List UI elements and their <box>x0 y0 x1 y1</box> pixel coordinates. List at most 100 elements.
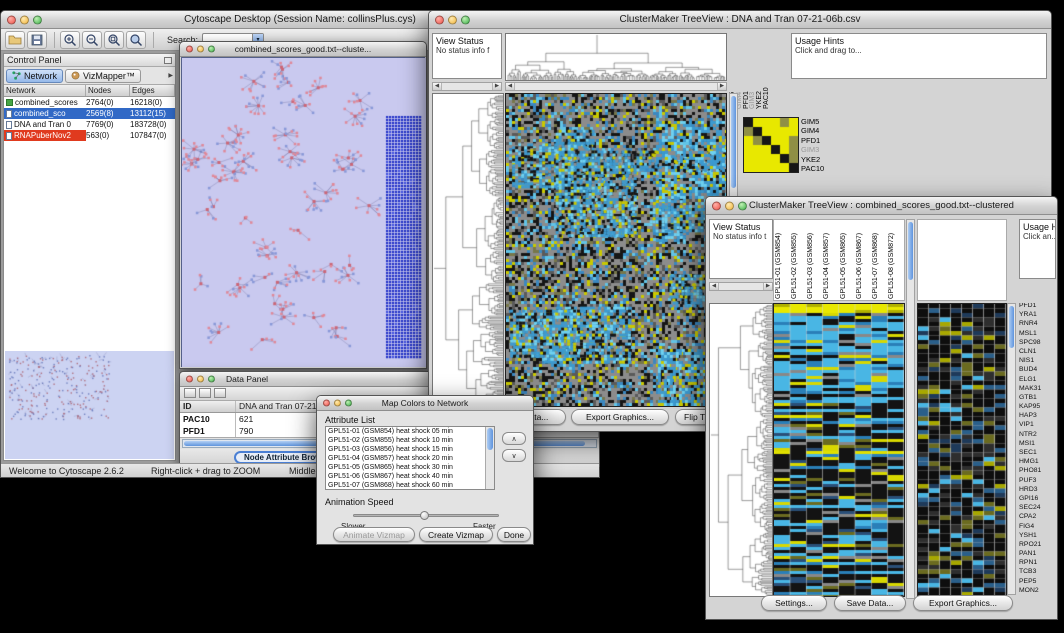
gene-label[interactable]: TCB3 <box>1019 569 1057 576</box>
gene-label[interactable]: KAP95 <box>1019 404 1057 411</box>
dialog-titlebar[interactable]: Map Colors to Network <box>317 396 533 411</box>
gene-label[interactable]: GPI16 <box>1019 496 1057 503</box>
gene-label[interactable]: SEC24 <box>1019 505 1057 512</box>
gene-label[interactable]: SPC98 <box>1019 340 1057 347</box>
gene-label[interactable]: PUF3 <box>1019 478 1057 485</box>
scroll-right-icon[interactable]: ▶ <box>717 83 726 90</box>
zoom-out-button[interactable] <box>82 31 102 49</box>
close-button[interactable] <box>186 46 193 53</box>
col-nodes[interactable]: Nodes <box>86 85 130 96</box>
minimize-button[interactable] <box>20 15 29 24</box>
secondary-vscrollbar[interactable] <box>1007 303 1016 595</box>
gene-label[interactable]: MON2 <box>1019 588 1057 595</box>
attribute-select-icon[interactable] <box>184 388 196 398</box>
gene-label[interactable]: HAP3 <box>1019 413 1057 420</box>
col-edges[interactable]: Edges <box>130 85 175 96</box>
zoom-button[interactable] <box>345 400 352 407</box>
scroll-right-icon[interactable]: ▶ <box>492 83 501 90</box>
attribute-item[interactable]: GPL51-03 (GSM856) heat shock 15 min <box>326 445 494 454</box>
dendrogram-hscrollbar[interactable]: ◀ ▶ <box>709 282 773 291</box>
row-dendrogram[interactable] <box>432 93 504 407</box>
attribute-create-icon[interactable] <box>199 388 211 398</box>
network-view-titlebar[interactable]: combined_scores_good.txt--cluste... <box>180 42 426 57</box>
gene-label[interactable]: CLN1 <box>1019 349 1057 356</box>
gene-label[interactable]: MSL1 <box>1019 331 1057 338</box>
scroll-thumb[interactable] <box>731 96 736 188</box>
open-session-button[interactable] <box>5 31 25 49</box>
network-overview[interactable] <box>5 351 174 459</box>
gene-label[interactable]: PFD1 <box>1019 303 1057 310</box>
id-column-header[interactable]: ID <box>180 401 236 412</box>
export-graphics-button[interactable]: Export Graphics... <box>913 595 1013 611</box>
close-button[interactable] <box>7 15 16 24</box>
scroll-left-icon[interactable]: ◀ <box>710 283 719 290</box>
expression-heatmap[interactable] <box>505 93 727 407</box>
gene-label[interactable]: NIS1 <box>1019 358 1057 365</box>
zoom-in-button[interactable] <box>60 31 80 49</box>
create-vizmap-button[interactable]: Create Vizmap <box>419 527 493 542</box>
heatmap-vscrollbar[interactable] <box>906 219 915 599</box>
scroll-left-icon[interactable]: ◀ <box>506 83 515 90</box>
gene-label[interactable]: SEC1 <box>1019 450 1057 457</box>
scroll-thumb[interactable] <box>487 428 493 450</box>
gene-label[interactable]: RNR4 <box>1019 321 1057 328</box>
network-row[interactable]: RNAPuberNov2 563(0) 107847(0) <box>4 130 175 141</box>
close-button[interactable] <box>435 15 444 24</box>
scroll-thumb[interactable] <box>1009 306 1014 348</box>
mini-correlation-heatmap[interactable] <box>743 117 799 173</box>
attribute-list[interactable]: GPL51-01 (GSM854) heat shock 05 minGPL51… <box>325 426 495 490</box>
close-button[interactable] <box>323 400 330 407</box>
zoom-button[interactable] <box>461 15 470 24</box>
heatmap-hscrollbar[interactable]: ◀ ▶ <box>505 82 727 91</box>
gene-label[interactable]: NTR2 <box>1019 432 1057 439</box>
attribute-item[interactable]: GPL51-02 (GSM855) heat shock 10 min <box>326 436 494 445</box>
float-panel-icon[interactable] <box>164 57 172 64</box>
zoom-button[interactable] <box>738 201 747 210</box>
col-network[interactable]: Network <box>4 85 86 96</box>
gene-label[interactable]: PAN1 <box>1019 551 1057 558</box>
export-graphics-button[interactable]: Export Graphics... <box>571 409 669 425</box>
gene-label[interactable]: RPN1 <box>1019 560 1057 567</box>
minimize-button[interactable] <box>197 376 204 383</box>
scroll-left-icon[interactable]: ◀ <box>433 83 442 90</box>
zoom-selected-button[interactable] <box>126 31 146 49</box>
attribute-item[interactable]: GPL51-05 (GSM865) heat shock 30 min <box>326 463 494 472</box>
scroll-thumb[interactable] <box>908 222 913 280</box>
row-dendrogram[interactable] <box>709 303 773 597</box>
minimize-button[interactable] <box>448 15 457 24</box>
treeview1-titlebar[interactable]: ClusterMaker TreeView : DNA and Tran 07-… <box>429 11 1051 29</box>
minimize-button[interactable] <box>334 400 341 407</box>
gene-label[interactable]: YSH1 <box>1019 533 1057 540</box>
scroll-right-icon[interactable]: ▶ <box>763 283 772 290</box>
move-down-button[interactable]: ∨ <box>502 449 526 462</box>
network-row[interactable]: DNA and Tran 0 7769(0) 183728(0) <box>4 119 175 130</box>
close-button[interactable] <box>712 201 721 210</box>
save-data-button[interactable]: Save Data... <box>834 595 906 611</box>
zoom-fit-button[interactable] <box>104 31 124 49</box>
network-canvas[interactable] <box>182 58 426 367</box>
gene-label[interactable]: ELG1 <box>1019 377 1057 384</box>
gene-label[interactable]: BUD4 <box>1019 367 1057 374</box>
gene-label[interactable]: YRA1 <box>1019 312 1057 319</box>
zoom-button[interactable] <box>208 376 215 383</box>
gene-label[interactable]: RPO21 <box>1019 542 1057 549</box>
gene-label[interactable]: PHO81 <box>1019 468 1057 475</box>
attribute-item[interactable]: GPL51-07 (GSM868) heat shock 60 min <box>326 481 494 490</box>
gene-label[interactable]: VIP1 <box>1019 422 1057 429</box>
speed-slider-thumb[interactable] <box>420 511 429 520</box>
zoom-button[interactable] <box>33 15 42 24</box>
treeview2-titlebar[interactable]: ClusterMaker TreeView : combined_scores_… <box>706 197 1057 215</box>
gene-label[interactable]: HMG1 <box>1019 459 1057 466</box>
column-dendrogram[interactable] <box>505 33 727 81</box>
attribute-delete-icon[interactable] <box>214 388 226 398</box>
tab-overflow-arrow[interactable]: ▶ <box>168 72 173 79</box>
gene-label[interactable]: FIG4 <box>1019 524 1057 531</box>
move-up-button[interactable]: ∧ <box>502 432 526 445</box>
list-vscrollbar[interactable] <box>485 427 494 489</box>
dendrogram-hscrollbar[interactable]: ◀ ▶ <box>432 82 502 91</box>
gene-label[interactable]: MAK31 <box>1019 386 1057 393</box>
gene-label[interactable]: PEP5 <box>1019 579 1057 586</box>
attribute-item[interactable]: GPL51-01 (GSM854) heat shock 05 min <box>326 427 494 436</box>
gene-label[interactable]: MSI1 <box>1019 441 1057 448</box>
gene-label[interactable]: CPA2 <box>1019 514 1057 521</box>
